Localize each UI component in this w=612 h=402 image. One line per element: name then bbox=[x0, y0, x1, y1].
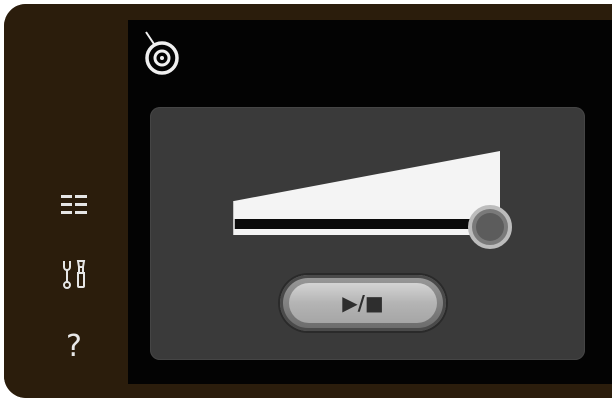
slider-ramp bbox=[234, 151, 500, 219]
main-screen: ▶/■ bbox=[128, 20, 612, 384]
slider-base bbox=[234, 229, 500, 235]
sidebar: ? bbox=[4, 4, 128, 398]
thread-spool-icon[interactable] bbox=[142, 30, 182, 76]
help-icon: ? bbox=[66, 328, 82, 364]
menu-list-icon[interactable] bbox=[54, 185, 94, 225]
slider-knob bbox=[468, 205, 512, 249]
control-panel: ▶/■ bbox=[150, 107, 585, 360]
play-stop-label: ▶/■ bbox=[289, 283, 437, 323]
device-frame: ? ▶/■ bbox=[4, 4, 612, 398]
slider-track bbox=[234, 219, 500, 229]
tools-icon[interactable] bbox=[54, 254, 94, 294]
speed-slider[interactable] bbox=[228, 147, 528, 257]
play-stop-button[interactable]: ▶/■ bbox=[280, 275, 446, 331]
help-button[interactable]: ? bbox=[54, 326, 94, 366]
